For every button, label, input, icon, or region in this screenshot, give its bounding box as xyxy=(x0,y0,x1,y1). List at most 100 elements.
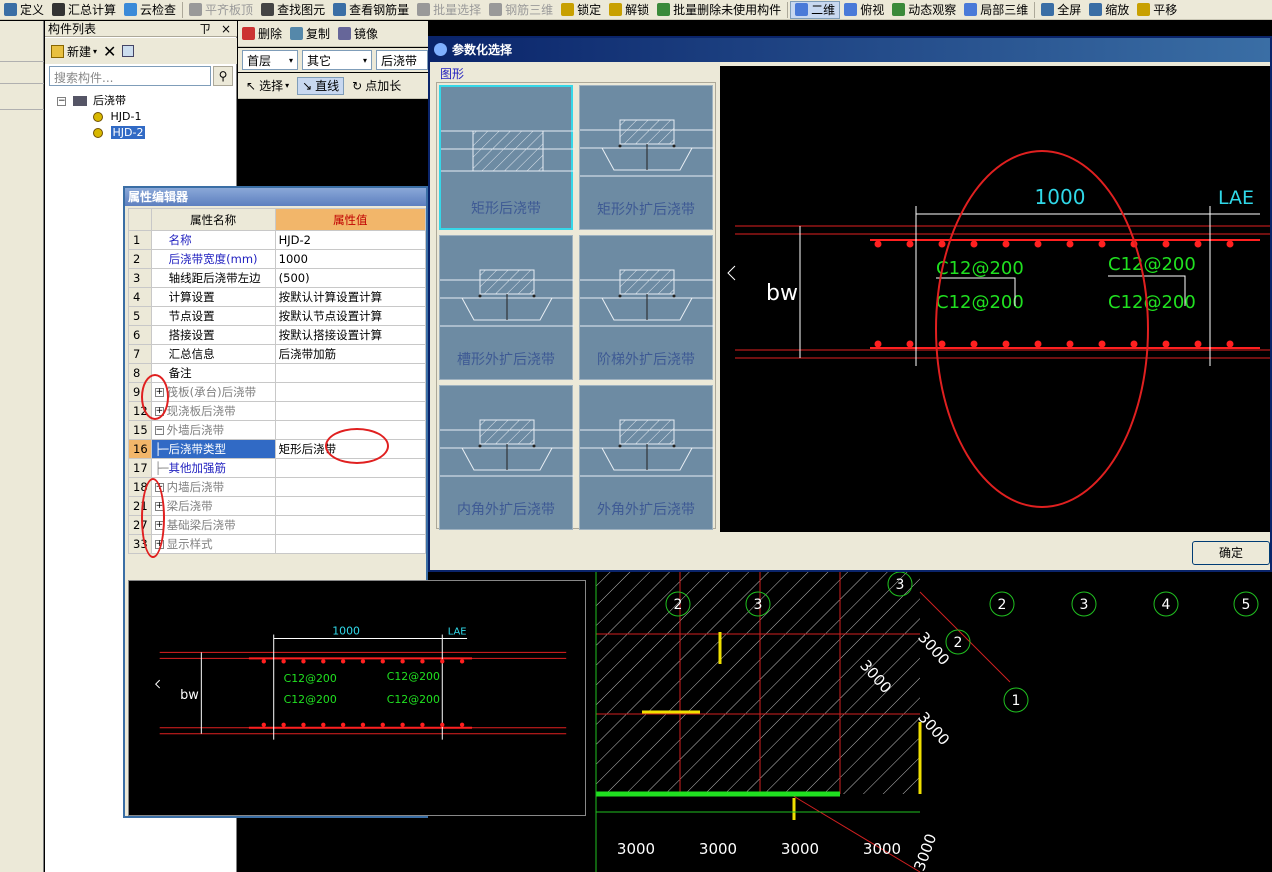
toolbar-button-11[interactable]: 二维 xyxy=(790,0,841,19)
toolbar-button-9[interactable]: 解锁 xyxy=(605,1,653,19)
copy-button[interactable]: 复制 xyxy=(286,25,334,43)
new-icon xyxy=(51,44,64,58)
mirror-button[interactable]: 镜像 xyxy=(334,25,382,43)
category-select[interactable]: 其它 ▾ xyxy=(302,50,372,70)
property-row[interactable]: 5 节点设置 按默认节点设置计算 xyxy=(128,306,427,326)
toolbar-button-label: 平齐板顶 xyxy=(205,3,254,17)
find-icon xyxy=(261,3,275,16)
property-row[interactable]: 2 后浇带宽度(mm) 1000 xyxy=(128,249,427,269)
property-row[interactable]: 9 + 筏板(承台)后浇带 xyxy=(128,382,427,402)
toolbar-button-10[interactable]: 批量删除未使用构件 xyxy=(653,1,785,19)
property-name-cell: + 显示样式 xyxy=(150,534,276,554)
toolbar-button-4[interactable]: 查找图元 xyxy=(257,1,329,19)
copy-label: 复制 xyxy=(306,27,331,41)
property-row[interactable]: 6 搭接设置 按默认搭接设置计算 xyxy=(128,325,427,345)
property-row[interactable]: 1 名称 HJD-2 xyxy=(128,230,427,250)
search-button[interactable]: ⚲ xyxy=(213,66,233,86)
toolbar-button-2[interactable]: 云检查 xyxy=(120,1,180,19)
row-number: 2 xyxy=(128,249,152,269)
cad-canvas[interactable]: 2 3 2 3 4 5321 3000 3000 3000 3000 30003000300030… xyxy=(590,572,1272,872)
collapse-icon[interactable]: − xyxy=(154,426,164,435)
pin-icon[interactable]: ㄗ xyxy=(199,21,211,37)
copy-icon[interactable] xyxy=(122,45,135,57)
toolbar-button-6[interactable]: 批量选择 xyxy=(413,1,485,19)
property-value-cell[interactable] xyxy=(274,534,427,554)
shape-option[interactable]: 矩形外扩后浇带 xyxy=(579,85,714,230)
collapse-icon[interactable]: − xyxy=(57,96,66,106)
toolbar-button-12[interactable]: 俯视 xyxy=(840,1,888,19)
toolbar-button-13[interactable]: 动态观察 xyxy=(888,1,960,19)
toolbar-button-16[interactable]: 缩放 xyxy=(1085,1,1133,19)
toolbar-button-label: 局部三维 xyxy=(980,3,1029,17)
property-row[interactable]: 18 + 内墙后浇带 xyxy=(128,477,427,497)
property-row[interactable]: 3 轴线距后浇带左边 (500) xyxy=(128,268,427,288)
property-value-cell[interactable]: 按默认搭接设置计算 xyxy=(274,325,427,345)
tree-root-item[interactable]: − 后浇带 xyxy=(57,93,126,109)
toolbar-button-1[interactable]: 汇总计算 xyxy=(48,1,120,19)
toolbar-button-17[interactable]: 平移 xyxy=(1133,1,1181,19)
property-row[interactable]: 7 汇总信息 后浇带加筋 xyxy=(128,344,427,364)
delete-button[interactable]: 删除 xyxy=(238,25,286,43)
property-value-cell[interactable] xyxy=(274,363,427,383)
toolbar-button-8[interactable]: 锁定 xyxy=(557,1,605,19)
shape-grid: 矩形后浇带 矩形外扩后浇带 槽形外扩后浇带 阶梯外扩后浇带 内角外扩后浇带 外角外扩后浇带 xyxy=(436,82,716,530)
property-row[interactable]: 4 计算设置 按默认计算设置计算 xyxy=(128,287,427,307)
rebar-label: C12@200 xyxy=(387,670,440,683)
property-value-cell[interactable] xyxy=(274,515,427,535)
rebar-dot xyxy=(440,722,445,727)
close-icon[interactable]: × xyxy=(221,21,231,37)
dialog-icon xyxy=(434,43,447,56)
property-row[interactable]: 33 + 显示样式 xyxy=(128,534,427,554)
property-row[interactable]: 17 ├─其他加强筋 xyxy=(128,458,427,478)
toolbar-button-14[interactable]: 局部三维 xyxy=(960,1,1032,19)
property-value-cell[interactable] xyxy=(274,496,427,516)
component-tree: − 后浇带 HJD-1 HJD-2 xyxy=(45,91,237,151)
type-select[interactable]: 后浇带 xyxy=(376,50,428,70)
property-value-cell[interactable]: 1000 xyxy=(274,249,427,269)
shape-option[interactable]: 矩形后浇带 xyxy=(439,85,575,230)
tree-item-hjd2[interactable]: HJD-2 xyxy=(93,125,146,141)
lock-icon xyxy=(561,3,575,16)
point-extend-button[interactable]: ↻ 点加长 xyxy=(348,77,405,95)
property-value-cell[interactable]: (500) xyxy=(274,268,427,288)
shape-option[interactable]: 槽形外扩后浇带 xyxy=(439,235,574,380)
toolbar-button-5[interactable]: 查看钢筋量 xyxy=(329,1,413,19)
local-3d-icon xyxy=(964,3,978,16)
rebar-dot xyxy=(400,722,405,727)
property-name: 梁后浇带 xyxy=(166,499,213,513)
ok-button[interactable]: 确定 xyxy=(1192,541,1270,565)
tree-item-hjd1[interactable]: HJD-1 xyxy=(93,109,141,125)
property-value-cell[interactable] xyxy=(274,382,427,402)
row-number: 17 xyxy=(128,458,152,478)
line-button[interactable]: ↘ 直线 xyxy=(297,76,345,95)
toolbar-button-3[interactable]: 平齐板顶 xyxy=(185,1,257,19)
shape-diagram-icon xyxy=(580,119,714,177)
property-row[interactable]: 27 + 基础梁后浇带 xyxy=(128,515,427,535)
shape-option[interactable]: 阶梯外扩后浇带 xyxy=(579,235,714,380)
shape-diagram-icon xyxy=(441,130,575,172)
property-row[interactable]: 8 备注 xyxy=(128,363,427,383)
toolbar-button-15[interactable]: 全屏 xyxy=(1037,1,1085,19)
property-row[interactable]: 21 + 梁后浇带 xyxy=(128,496,427,516)
shape-option[interactable]: 内角外扩后浇带 xyxy=(439,385,574,530)
property-table-header: 属性名称 属性值 xyxy=(128,208,427,231)
floor-select[interactable]: 首层 ▾ xyxy=(242,50,298,70)
select-button[interactable]: ↖ 选择 ▾ xyxy=(242,77,293,95)
property-name-cell: 搭接设置 xyxy=(150,325,276,345)
delete-icon[interactable]: ✕ xyxy=(103,42,116,61)
dimension-label: 3000 xyxy=(781,840,819,858)
property-value-cell[interactable]: 后浇带加筋 xyxy=(274,344,427,364)
rebar-dot xyxy=(1162,240,1170,248)
property-row[interactable]: 12 + 现浇板后浇带 xyxy=(128,401,427,421)
property-value-cell[interactable]: 按默认计算设置计算 xyxy=(274,287,427,307)
component-search-input[interactable]: 搜索构件... xyxy=(49,66,211,86)
property-value-cell[interactable] xyxy=(274,401,427,421)
property-value-cell[interactable] xyxy=(274,477,427,497)
new-button[interactable]: 新建 ▾ xyxy=(51,43,97,60)
property-value-cell[interactable]: HJD-2 xyxy=(274,230,427,250)
shape-option[interactable]: 外角外扩后浇带 xyxy=(579,385,714,530)
toolbar-button-0[interactable]: 定义 xyxy=(0,1,48,19)
toolbar-button-7[interactable]: 钢筋三维 xyxy=(485,1,557,19)
property-value-cell[interactable]: 按默认节点设置计算 xyxy=(274,306,427,326)
property-name-cell: 计算设置 xyxy=(150,287,276,307)
